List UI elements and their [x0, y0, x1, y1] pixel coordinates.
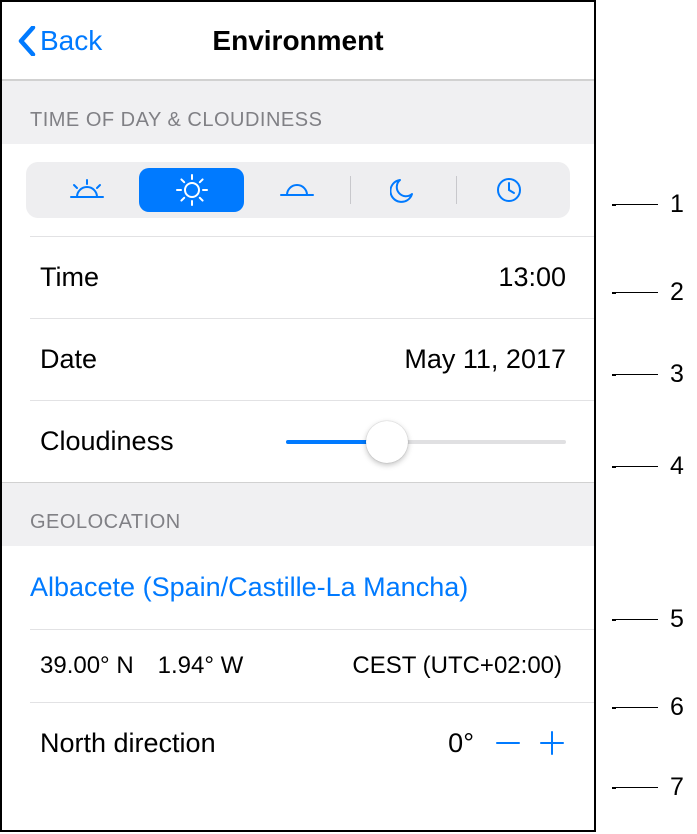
seg-clock[interactable]: [457, 168, 562, 212]
minus-icon: [493, 728, 523, 758]
coordinates-row: 39.00° N 1.94° W CEST (UTC+02:00): [30, 629, 594, 702]
callout-6: 6: [616, 693, 684, 722]
date-label: Date: [40, 344, 404, 375]
time-of-day-segmented: [26, 162, 570, 218]
north-label: North direction: [40, 728, 448, 759]
cloudiness-slider[interactable]: [286, 422, 566, 462]
seg-sunset[interactable]: [244, 168, 349, 212]
north-decrement-button[interactable]: [486, 721, 530, 765]
environment-panel: Back Environment TIME OF DAY & CLOUDINES…: [0, 0, 596, 832]
callout-5: 5: [616, 605, 684, 634]
sunset-icon: [279, 180, 315, 200]
slider-track: [286, 440, 566, 444]
plus-icon: [537, 728, 567, 758]
timezone-value: CEST (UTC+02:00): [352, 652, 566, 680]
slider-knob[interactable]: [366, 421, 408, 463]
section-header-time: TIME OF DAY & CLOUDINESS: [2, 80, 594, 144]
latitude-value: 39.00° N: [40, 652, 134, 680]
location-row[interactable]: Albacete (Spain/Castille-La Mancha): [2, 546, 594, 629]
seg-moon[interactable]: [351, 168, 456, 212]
seg-sunrise[interactable]: [34, 168, 139, 212]
seg-sun[interactable]: [139, 168, 244, 212]
navbar: Back Environment: [2, 2, 594, 80]
moon-icon: [390, 177, 416, 203]
date-value: May 11, 2017: [404, 344, 566, 375]
time-row[interactable]: Time 13:00: [30, 236, 594, 318]
cloudiness-row: Cloudiness: [30, 400, 594, 482]
callout-3: 3: [616, 360, 684, 389]
chevron-left-icon: [18, 26, 36, 56]
callout-7: 7: [616, 773, 684, 802]
callout-2: 2: [616, 278, 684, 307]
longitude-value: 1.94° W: [158, 652, 244, 680]
clock-icon: [496, 177, 522, 203]
north-increment-button[interactable]: [530, 721, 574, 765]
north-value: 0°: [448, 728, 474, 759]
back-label: Back: [40, 25, 102, 57]
callout-4: 4: [616, 452, 684, 481]
callout-1: 1: [616, 190, 684, 219]
back-button[interactable]: Back: [18, 25, 102, 57]
date-row[interactable]: Date May 11, 2017: [30, 318, 594, 400]
sunrise-icon: [69, 179, 105, 201]
time-of-day-segmented-row: [2, 144, 594, 236]
location-value: Albacete (Spain/Castille-La Mancha): [30, 572, 468, 602]
time-value: 13:00: [498, 262, 566, 293]
cloudiness-label: Cloudiness: [40, 426, 286, 457]
time-label: Time: [40, 262, 498, 293]
section-header-geo: GEOLOCATION: [2, 482, 594, 546]
sun-icon: [175, 173, 209, 207]
north-direction-row: North direction 0°: [30, 702, 594, 783]
